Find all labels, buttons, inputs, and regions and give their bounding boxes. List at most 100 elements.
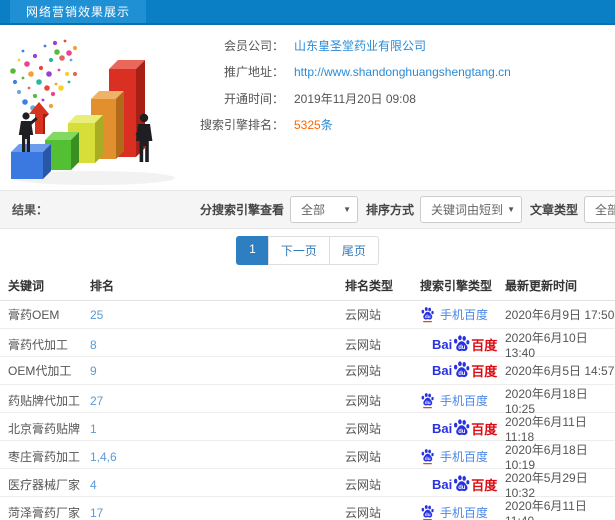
keyword-cell: 膏药代加工 [8, 338, 69, 352]
updated-cell: 2020年6月18日 10:25 [505, 387, 588, 416]
results-table-body: 膏药OEM 25 云网站 du 手机百度 2020年6月9日 17:50 膏药代加工 8 云网站… [0, 301, 615, 520]
rank-type-cell: 云网站 [345, 450, 382, 464]
engine-cell: du 手机百度 [420, 392, 505, 409]
rank-type-cell: 云网站 [345, 422, 382, 436]
open-time-value: 2019年11月20日 09:08 [294, 91, 416, 106]
baidu-paw-icon: du [421, 393, 434, 409]
mobile-baidu-logo: du 手机百度 [420, 448, 488, 465]
svg-text:du: du [425, 314, 431, 319]
rank-cell[interactable]: 17 [90, 506, 345, 520]
table-row: 北京膏药贴牌 1 云网站 Bai du 百度 2020年6月11日 11:18 [0, 413, 615, 444]
rank-type-cell: 云网站 [345, 338, 382, 352]
rank-cell[interactable]: 9 [90, 364, 345, 378]
info-section: 会员公司： 山东皇圣堂药业有限公司 推广地址： http://www.shand… [0, 25, 615, 190]
sort-filter-select[interactable]: 关键词由短到长排序 ▼ [420, 196, 523, 223]
article-type-select[interactable]: 全部 ▼ [584, 196, 615, 223]
rank-type-cell: 云网站 [345, 394, 382, 408]
rank-cell[interactable]: 1 [90, 422, 345, 436]
svg-text:du: du [458, 345, 466, 351]
engine-cell: Bai du 百度 [420, 474, 505, 495]
confetti-dots [10, 39, 78, 116]
baidu-logo: Bai du 百度 [420, 334, 497, 355]
tab-marketing-effect[interactable]: 网络营销效果展示 [10, 0, 147, 23]
pagination-current[interactable]: 1 [236, 235, 269, 265]
results-table: 关键词 排名 排名类型 搜索引擎类型 最新更新时间 膏药OEM 25 云网站 du 手机… [0, 271, 615, 520]
table-header-row: 关键词 排名 排名类型 搜索引擎类型 最新更新时间 [0, 271, 615, 301]
results-label: 结果： [12, 203, 49, 217]
updated-cell: 2020年6月11日 11:18 [505, 415, 587, 444]
engine-ranking-unit[interactable]: 条 [321, 118, 333, 132]
engine-cell: Bai du 百度 [420, 334, 505, 355]
mobile-baidu-logo: du 手机百度 [420, 306, 488, 323]
engine-filter-value: 全部 [301, 203, 326, 217]
member-company-row: 会员公司： 山东皇圣堂药业有限公司 [192, 32, 615, 59]
table-header-rank-type: 排名类型 [345, 279, 394, 293]
table-row: OEM代加工 9 云网站 Bai du 百度 2020年6月5日 14:57 [0, 357, 615, 385]
pagination-next[interactable]: 下一页 [267, 235, 330, 265]
rank-type-cell: 云网站 [345, 478, 382, 492]
chevron-down-icon: ▼ [343, 205, 352, 214]
header-bar: 网络营销效果展示 [0, 0, 615, 25]
keyword-cell: 膏药OEM [8, 308, 60, 322]
open-time-label: 开通时间： [223, 91, 284, 106]
table-row: 膏药OEM 25 云网站 du 手机百度 2020年6月9日 17:50 [0, 301, 615, 329]
updated-cell: 2020年6月9日 17:50 [505, 308, 615, 322]
updated-cell: 2020年6月5日 14:57 [505, 364, 615, 378]
keyword-cell: 医疗器械厂家 [8, 478, 81, 492]
svg-text:du: du [458, 429, 466, 435]
table-header-engine-type: 搜索引擎类型 [420, 279, 493, 293]
keyword-cell: 菏泽膏药厂家 [8, 506, 81, 520]
baidu-paw-icon: du [454, 361, 470, 378]
updated-cell: 2020年6月18日 10:19 [505, 443, 588, 472]
svg-text:du: du [425, 456, 431, 461]
article-type-label: 文章类型 [530, 203, 579, 217]
page: 网络营销效果展示 会员公司： 山东皇圣堂药业有限公司 推广地址： http://… [0, 0, 615, 520]
pagination: 1 下一页 尾页 [236, 235, 379, 265]
mobile-baidu-logo: du 手机百度 [420, 504, 488, 520]
engine-ranking-row: 搜索引擎排名： 5325条 [192, 112, 615, 139]
baidu-paw-icon: du [454, 475, 470, 492]
table-row: 药贴牌代加工 27 云网站 du 手机百度 2020年6月18日 10:25 [0, 385, 615, 416]
member-company-link[interactable]: 山东皇圣堂药业有限公司 [294, 37, 426, 54]
rank-cell[interactable]: 25 [90, 308, 345, 322]
rank-cell[interactable]: 8 [90, 338, 345, 352]
updated-cell: 2020年6月11日 11:40 [505, 499, 587, 520]
rank-cell[interactable]: 27 [90, 394, 345, 408]
bar-chart-illustration [5, 31, 183, 187]
engine-cell: Bai du 百度 [420, 360, 505, 381]
promo-url-link[interactable]: http://www.shandonghuangshengtang.cn [294, 65, 511, 79]
engine-cell: du 手机百度 [420, 306, 505, 323]
updated-cell: 2020年6月10日 13:40 [505, 331, 588, 360]
svg-text:du: du [458, 485, 466, 491]
member-company-label: 会员公司： [223, 38, 284, 53]
promo-url-row: 推广地址： http://www.shandonghuangshengtang.… [192, 59, 615, 86]
pagination-last[interactable]: 尾页 [328, 235, 379, 265]
baidu-logo: Bai du 百度 [420, 360, 497, 381]
table-row: 医疗器械厂家 4 云网站 Bai du 百度 2020年5月29日 10:32 [0, 469, 615, 500]
rank-cell[interactable]: 4 [90, 478, 345, 492]
article-type-value: 全部 [595, 203, 615, 217]
table-row: 枣庄膏药加工 1,4,6 云网站 du 手机百度 2020年6月18日 10:19 [0, 441, 615, 472]
rank-cell[interactable]: 1,4,6 [90, 450, 345, 464]
engine-cell: du 手机百度 [420, 448, 505, 465]
engine-filter-label: 分搜索引擎查看 [200, 203, 285, 217]
rank-type-cell: 云网站 [345, 364, 382, 378]
chevron-down-icon: ▼ [507, 205, 516, 214]
info-fields: 会员公司： 山东皇圣堂药业有限公司 推广地址： http://www.shand… [192, 25, 615, 138]
filter-bar: 结果： 分搜索引擎查看 全部 ▼ 排序方式 关键词由短到长排序 ▼ 文章类型 全… [0, 190, 615, 229]
open-time-row: 开通时间： 2019年11月20日 09:08 [192, 85, 615, 112]
table-header-keyword: 关键词 [8, 279, 45, 293]
baidu-logo: Bai du 百度 [420, 418, 497, 439]
rank-type-cell: 云网站 [345, 506, 382, 520]
table-row: 菏泽膏药厂家 17云网站 du手机百度 2020年6月11日 11:40 [0, 497, 615, 520]
svg-text:du: du [425, 512, 431, 517]
sort-filter-value: 关键词由短到长排序 [431, 203, 504, 217]
baidu-paw-icon: du [454, 419, 470, 436]
engine-filter-select[interactable]: 全部 ▼ [290, 196, 359, 223]
baidu-logo: Bai du 百度 [420, 474, 497, 495]
growth-chart-graphic [10, 39, 175, 185]
svg-text:du: du [458, 371, 466, 377]
sort-filter-label: 排序方式 [366, 203, 415, 217]
promo-url-label: 推广地址： [223, 65, 284, 80]
keyword-cell: 北京膏药贴牌 [8, 422, 81, 436]
